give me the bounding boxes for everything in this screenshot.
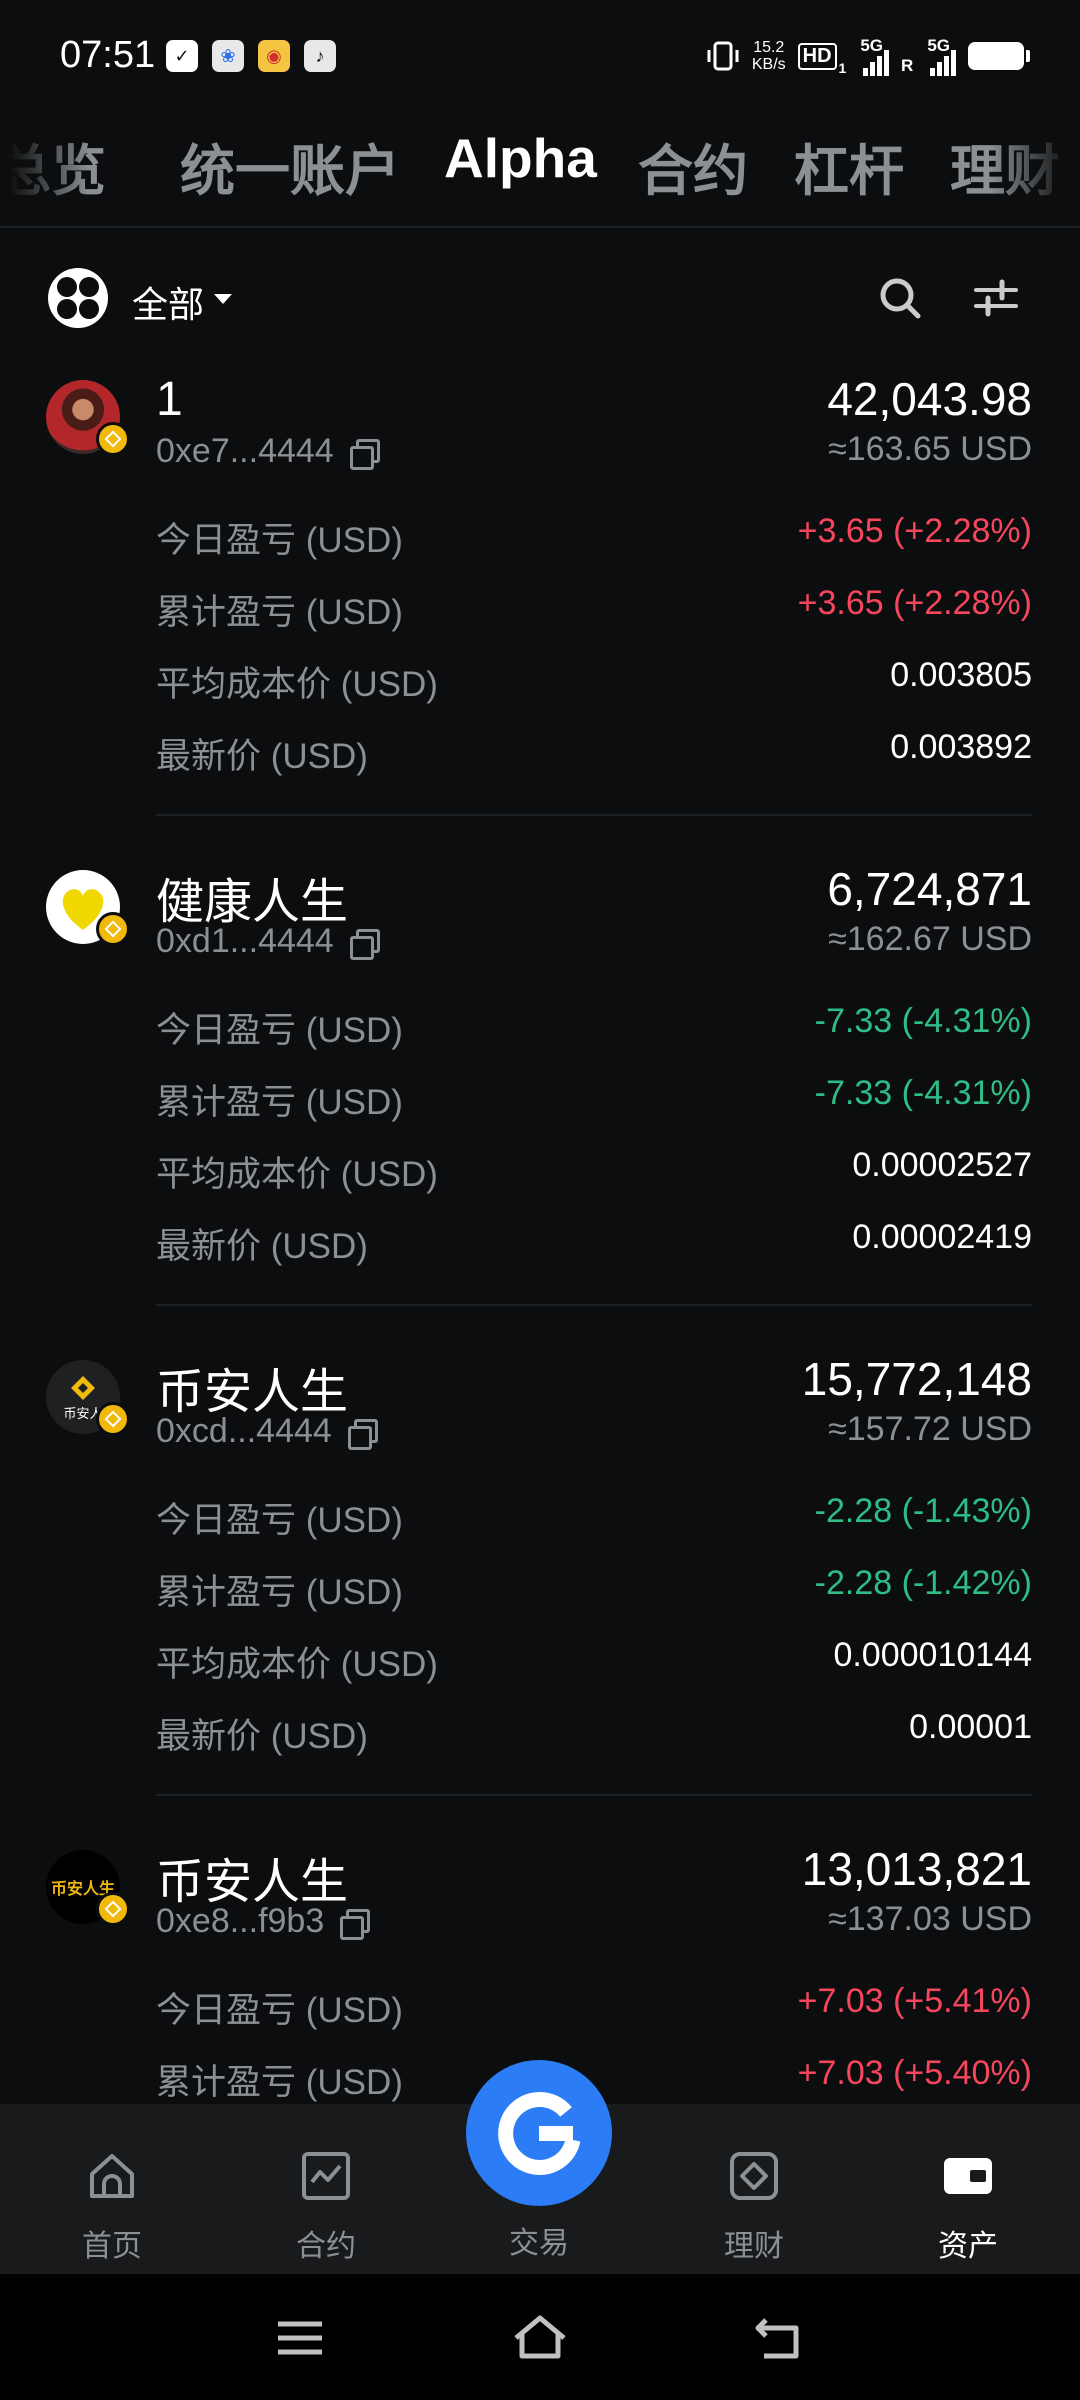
- hd-sub: 1: [838, 60, 847, 76]
- token-amount: 13,013,821: [801, 1843, 1032, 1895]
- filter-dropdown-label[interactable]: 全部: [132, 276, 204, 328]
- copy-icon[interactable]: [348, 437, 380, 470]
- tiktok-icon: ♪: [304, 40, 336, 72]
- contract-address: 0xcd...4444: [156, 1412, 378, 1451]
- back-icon[interactable]: [750, 2308, 810, 2368]
- status-notification-icons: ✓ ❀ ◉ ♪: [166, 40, 336, 72]
- contract-address: 0xd1...4444: [156, 922, 380, 961]
- nav-trade-label[interactable]: 交易: [466, 2218, 612, 2262]
- menu-icon[interactable]: [270, 2308, 330, 2368]
- baidu-icon: ❀: [212, 40, 244, 72]
- total-pnl-value: +3.65 (+2.28%): [797, 584, 1032, 622]
- token-amount: 15,772,148: [801, 1353, 1032, 1405]
- network-speed: 15.2 KB/s: [751, 39, 786, 73]
- divider: [156, 1794, 1032, 1796]
- vibrate-icon: [707, 41, 739, 71]
- today-pnl-row: 今日盈亏 (USD) -2.28 (-1.43%): [156, 1492, 1032, 1540]
- weibo-icon: ◉: [258, 40, 290, 72]
- tabs-fade-left: [0, 112, 90, 226]
- total-pnl-row: 累计盈亏 (USD) -7.33 (-4.31%): [156, 1074, 1032, 1122]
- today-pnl-row: 今日盈亏 (USD) -7.33 (-4.31%): [156, 1002, 1032, 1050]
- divider: [156, 814, 1032, 816]
- copy-icon[interactable]: [346, 1417, 378, 1450]
- avg-cost-value: 0.000010144: [833, 1636, 1032, 1674]
- last-price-value: 0.003892: [890, 728, 1032, 766]
- today-pnl-value: -2.28 (-1.43%): [814, 1492, 1032, 1530]
- nav-earn[interactable]: 理财: [674, 2148, 834, 2265]
- home-icon[interactable]: [510, 2308, 570, 2368]
- tab-alpha[interactable]: Alpha: [444, 126, 597, 190]
- contract-address: 0xe7...4444: [156, 432, 380, 471]
- chain-badge-icon: [96, 912, 130, 946]
- last-price-row: 最新价 (USD) 0.00001: [156, 1708, 1032, 1756]
- nav-futures-label: 合约: [296, 2230, 356, 2263]
- nav-home[interactable]: 首页: [32, 2148, 192, 2265]
- battery-icon: [968, 42, 1030, 70]
- today-pnl-value: +3.65 (+2.28%): [797, 512, 1032, 550]
- today-pnl-row: 今日盈亏 (USD) +3.65 (+2.28%): [156, 512, 1032, 560]
- tabs-fade-right: [990, 112, 1080, 226]
- filter-settings-icon[interactable]: [972, 276, 1020, 320]
- avg-cost-row: 平均成本价 (USD) 0.003805: [156, 656, 1032, 704]
- contract-address: 0xe8...f9b3: [156, 1902, 371, 1941]
- avg-cost-row: 平均成本价 (USD) 0.000010144: [156, 1636, 1032, 1684]
- clipboard-icon: ✓: [166, 40, 198, 72]
- token-usd-value: ≈157.72 USD: [828, 1410, 1032, 1448]
- nav-futures[interactable]: 合约: [246, 2148, 406, 2265]
- status-indicators: 15.2 KB/s HD 1 5G R 5G: [706, 36, 1030, 76]
- total-pnl-row: 累计盈亏 (USD) +3.65 (+2.28%): [156, 584, 1032, 632]
- search-icon[interactable]: [876, 274, 924, 322]
- token-usd-value: ≈137.03 USD: [828, 1900, 1032, 1938]
- earn-icon: [730, 2152, 778, 2200]
- filter-row: 全部: [0, 260, 1080, 336]
- chevron-down-icon[interactable]: [214, 294, 232, 304]
- token-name: 1: [156, 373, 183, 426]
- chain-badge-icon: [96, 1402, 130, 1436]
- nav-home-label: 首页: [82, 2230, 142, 2263]
- last-price-value: 0.00001: [909, 1708, 1032, 1746]
- trade-icon: [498, 2091, 581, 2175]
- total-pnl-value: -2.28 (-1.42%): [814, 1564, 1032, 1602]
- signal-icon-2: [930, 46, 956, 76]
- token-usd-value: ≈162.67 USD: [828, 920, 1032, 958]
- signal-icon-1: [863, 46, 890, 76]
- today-pnl-row: 今日盈亏 (USD) +7.03 (+5.41%): [156, 1982, 1032, 2030]
- copy-icon[interactable]: [338, 1907, 371, 1940]
- chain-badge-icon: [96, 422, 130, 456]
- divider: [156, 1304, 1032, 1306]
- today-pnl-value: -7.33 (-4.31%): [814, 1002, 1032, 1040]
- wallet-icon: [944, 2158, 992, 2194]
- tab-futures[interactable]: 合约: [638, 126, 748, 206]
- nav-assets[interactable]: 资产: [888, 2148, 1048, 2265]
- roaming-indicator: R: [901, 56, 914, 75]
- tab-margin[interactable]: 杠杆: [794, 126, 904, 206]
- last-price-value: 0.00002419: [852, 1218, 1032, 1256]
- hd-indicator: HD: [797, 42, 837, 70]
- today-pnl-value: +7.03 (+5.41%): [797, 1982, 1032, 2020]
- futures-chart-icon: [302, 2152, 350, 2200]
- status-time: 07:51: [60, 34, 156, 76]
- total-pnl-row: 累计盈亏 (USD) -2.28 (-1.42%): [156, 1564, 1032, 1612]
- total-pnl-value: +7.03 (+5.40%): [797, 2054, 1032, 2092]
- all-categories-icon[interactable]: [48, 268, 108, 328]
- last-price-row: 最新价 (USD) 0.003892: [156, 728, 1032, 776]
- tab-unified-account[interactable]: 统一账户: [180, 126, 400, 206]
- token-amount: 6,724,871: [827, 863, 1032, 915]
- total-pnl-value: -7.33 (-4.31%): [814, 1074, 1032, 1112]
- nav-assets-label: 资产: [938, 2230, 998, 2263]
- trade-button[interactable]: [466, 2060, 612, 2206]
- copy-icon[interactable]: [348, 927, 380, 960]
- system-nav-bar: [0, 2274, 1080, 2400]
- nav-earn-label: 理财: [724, 2230, 784, 2263]
- avg-cost-value: 0.003805: [890, 656, 1032, 694]
- home-icon: [90, 2154, 134, 2198]
- status-bar: 07:51 ✓ ❀ ◉ ♪ 15.2 KB/s HD 1 5G R 5G: [0, 0, 1080, 112]
- avg-cost-value: 0.00002527: [852, 1146, 1032, 1184]
- last-price-row: 最新价 (USD) 0.00002419: [156, 1218, 1032, 1266]
- avg-cost-row: 平均成本价 (USD) 0.00002527: [156, 1146, 1032, 1194]
- token-usd-value: ≈163.65 USD: [828, 430, 1032, 468]
- chain-badge-icon: [96, 1892, 130, 1926]
- account-tabs: 总览 统一账户 Alpha 合约 杠杆 理财: [0, 112, 1080, 228]
- token-amount: 42,043.98: [827, 373, 1032, 425]
